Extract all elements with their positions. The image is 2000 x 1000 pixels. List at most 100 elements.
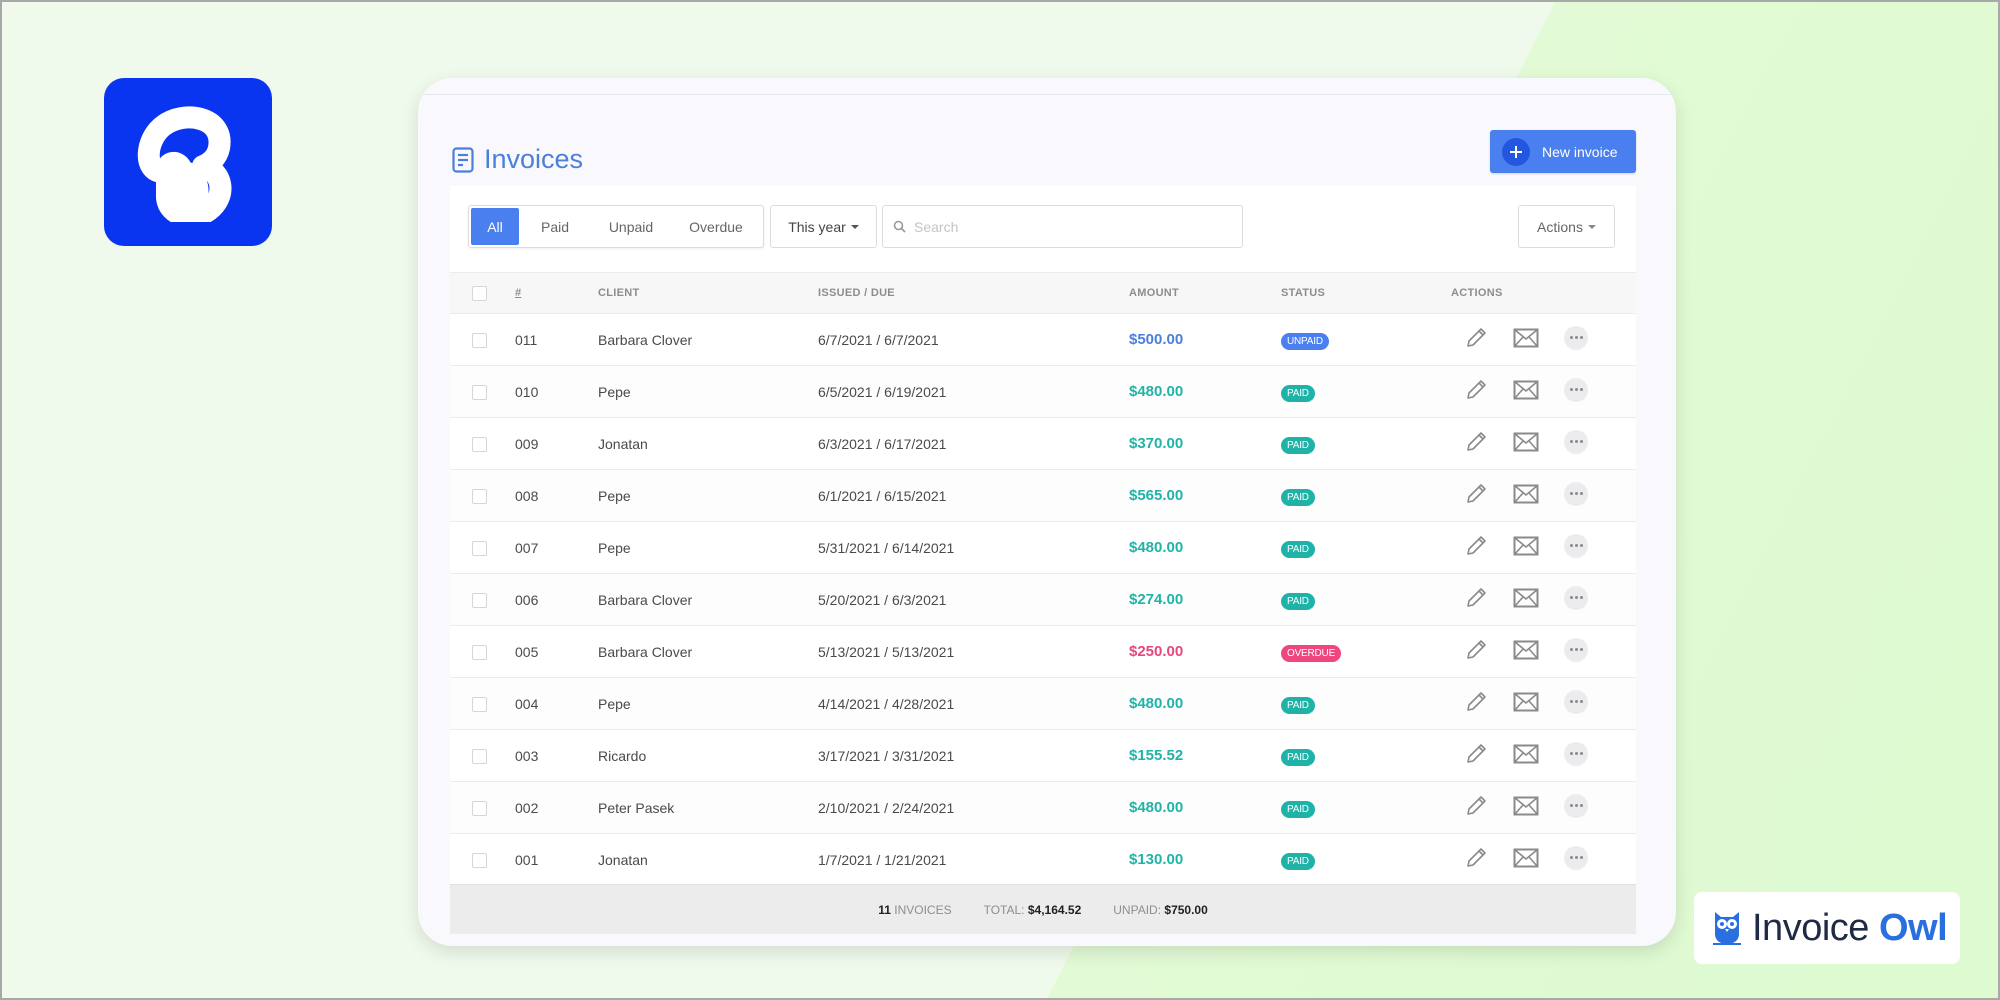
table-row[interactable]: 004 Pepe 4/14/2021 / 4/28/2021 $480.00 P…	[450, 677, 1636, 730]
row-checkbox[interactable]	[472, 748, 487, 764]
invoice-amount: $274.00	[1129, 591, 1184, 608]
more-icon[interactable]	[1561, 585, 1591, 611]
status-badge: UNPAID	[1281, 333, 1329, 350]
envelope-icon[interactable]	[1511, 637, 1541, 663]
client-name: Pepe	[598, 695, 631, 712]
table-row[interactable]: 001 Jonatan 1/7/2021 / 1/21/2021 $130.00…	[450, 833, 1636, 886]
row-actions	[1451, 377, 1636, 403]
issued-due-dates: 2/10/2021 / 2/24/2021	[818, 799, 955, 816]
envelope-icon[interactable]	[1511, 689, 1541, 715]
status-badge: OVERDUE	[1281, 645, 1342, 662]
envelope-icon[interactable]	[1511, 741, 1541, 767]
more-icon[interactable]	[1561, 741, 1591, 767]
filter-overdue[interactable]: Overdue	[671, 208, 761, 245]
envelope-icon[interactable]	[1511, 429, 1541, 455]
filter-paid[interactable]: Paid	[519, 208, 591, 245]
divider	[418, 94, 1676, 95]
new-invoice-button[interactable]: New invoice	[1490, 130, 1636, 173]
pencil-icon[interactable]	[1461, 377, 1491, 403]
more-icon[interactable]	[1561, 637, 1591, 663]
row-checkbox[interactable]	[472, 852, 487, 868]
row-actions	[1451, 325, 1636, 351]
filter-all[interactable]: All	[471, 208, 519, 245]
pencil-icon[interactable]	[1461, 429, 1491, 455]
envelope-icon[interactable]	[1511, 585, 1541, 611]
pencil-icon[interactable]	[1461, 481, 1491, 507]
more-icon[interactable]	[1561, 481, 1591, 507]
more-icon[interactable]	[1561, 325, 1591, 351]
search-input[interactable]	[914, 218, 1214, 235]
row-checkbox[interactable]	[472, 488, 487, 504]
row-checkbox[interactable]	[472, 436, 487, 452]
pencil-icon[interactable]	[1461, 533, 1491, 559]
invoice-number: 011	[515, 331, 538, 348]
row-checkbox[interactable]	[472, 540, 487, 556]
client-name: Peter Pasek	[598, 799, 675, 816]
more-icon[interactable]	[1561, 689, 1591, 715]
invoice-number: 004	[515, 695, 539, 712]
more-icon[interactable]	[1561, 533, 1591, 559]
issued-due-dates: 5/13/2021 / 5/13/2021	[818, 643, 955, 660]
more-icon[interactable]	[1561, 845, 1591, 871]
row-actions	[1451, 793, 1636, 819]
actions-dropdown[interactable]: Actions	[1518, 205, 1615, 248]
table-row[interactable]: 008 Pepe 6/1/2021 / 6/15/2021 $565.00 PA…	[450, 469, 1636, 522]
row-checkbox[interactable]	[472, 800, 487, 816]
row-checkbox[interactable]	[472, 696, 487, 712]
more-icon[interactable]	[1561, 793, 1591, 819]
envelope-icon[interactable]	[1511, 793, 1541, 819]
column-header-issued-due: Issued / Due	[818, 287, 895, 299]
invoice-amount: $480.00	[1129, 799, 1184, 816]
row-actions	[1451, 533, 1636, 559]
row-checkbox[interactable]	[472, 592, 487, 608]
envelope-icon[interactable]	[1511, 325, 1541, 351]
period-select[interactable]: This year	[770, 205, 877, 248]
invoice-amount: $480.00	[1129, 695, 1184, 712]
envelope-icon[interactable]	[1511, 481, 1541, 507]
column-header-number[interactable]: #	[515, 273, 598, 314]
issued-due-dates: 1/7/2021 / 1/21/2021	[818, 851, 947, 868]
row-checkbox[interactable]	[472, 644, 487, 660]
pencil-icon[interactable]	[1461, 637, 1491, 663]
plus-icon	[1502, 137, 1530, 166]
row-checkbox[interactable]	[472, 384, 487, 400]
pencil-icon[interactable]	[1461, 325, 1491, 351]
table-row[interactable]: 011 Barbara Clover 6/7/2021 / 6/7/2021 $…	[450, 313, 1636, 366]
column-header-status: Status	[1281, 287, 1326, 299]
brand-b-icon	[137, 106, 232, 222]
table-row[interactable]: 007 Pepe 5/31/2021 / 6/14/2021 $480.00 P…	[450, 521, 1636, 574]
table-row[interactable]: 005 Barbara Clover 5/13/2021 / 5/13/2021…	[450, 625, 1636, 678]
table-row[interactable]: 003 Ricardo 3/17/2021 / 3/31/2021 $155.5…	[450, 729, 1636, 782]
pencil-icon[interactable]	[1461, 741, 1491, 767]
invoices-table: # Client Issued / Due Amount Status Acti…	[450, 272, 1636, 886]
pencil-icon[interactable]	[1461, 793, 1491, 819]
select-all-checkbox[interactable]	[472, 285, 487, 301]
envelope-icon[interactable]	[1511, 377, 1541, 403]
row-checkbox[interactable]	[472, 332, 487, 348]
row-actions	[1451, 585, 1636, 611]
invoice-amount: $500.00	[1129, 331, 1184, 348]
envelope-icon[interactable]	[1511, 845, 1541, 871]
issued-due-dates: 6/7/2021 / 6/7/2021	[818, 331, 939, 348]
table-header-row: # Client Issued / Due Amount Status Acti…	[450, 272, 1636, 314]
invoice-number: 005	[515, 643, 539, 660]
more-icon[interactable]	[1561, 377, 1591, 403]
pencil-icon[interactable]	[1461, 689, 1491, 715]
table-row[interactable]: 006 Barbara Clover 5/20/2021 / 6/3/2021 …	[450, 573, 1636, 626]
row-actions	[1451, 637, 1636, 663]
app-window: Invoices New invoice All Paid Unpaid Ove…	[418, 78, 1676, 946]
pencil-icon[interactable]	[1461, 845, 1491, 871]
table-row[interactable]: 002 Peter Pasek 2/10/2021 / 2/24/2021 $4…	[450, 781, 1636, 834]
pencil-icon[interactable]	[1461, 585, 1491, 611]
status-badge: PAID	[1281, 437, 1315, 454]
more-icon[interactable]	[1561, 429, 1591, 455]
status-badge: PAID	[1281, 853, 1315, 870]
issued-due-dates: 6/1/2021 / 6/15/2021	[818, 487, 947, 504]
envelope-icon[interactable]	[1511, 533, 1541, 559]
table-row[interactable]: 009 Jonatan 6/3/2021 / 6/17/2021 $370.00…	[450, 417, 1636, 470]
table-row[interactable]: 010 Pepe 6/5/2021 / 6/19/2021 $480.00 PA…	[450, 365, 1636, 418]
table-footer-summary: 11 INVOICES TOTAL: $4,164.52 UNPAID: $75…	[450, 884, 1636, 934]
invoice-number: 002	[515, 799, 539, 816]
client-name: Barbara Clover	[598, 331, 693, 348]
filter-unpaid[interactable]: Unpaid	[591, 208, 671, 245]
